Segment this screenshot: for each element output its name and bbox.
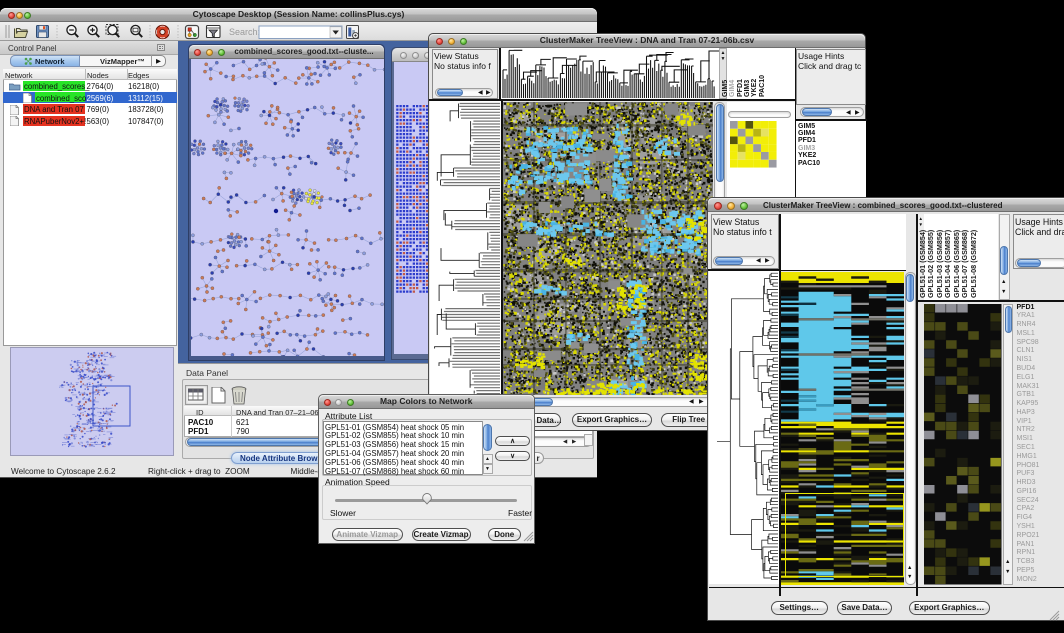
svg-text:Search:: Search: (229, 27, 260, 37)
